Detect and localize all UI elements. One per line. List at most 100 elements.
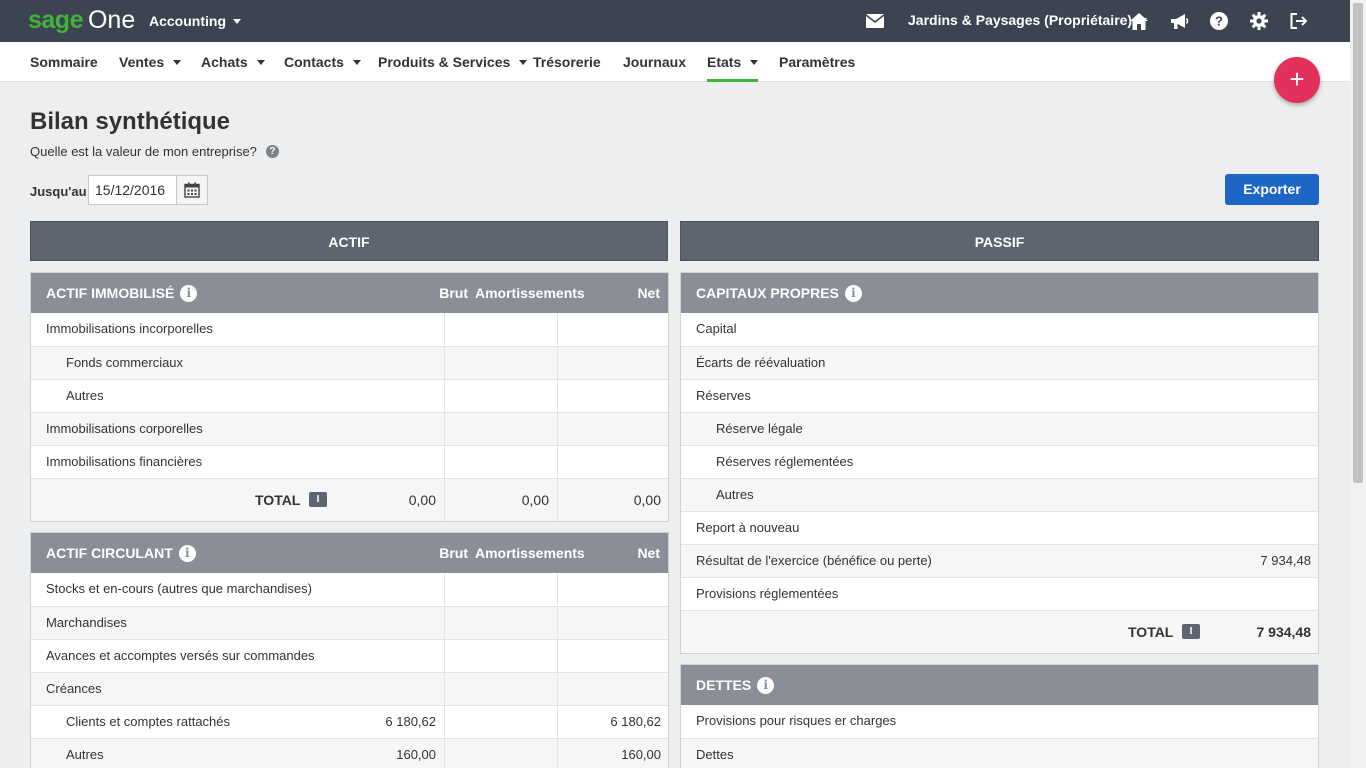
nav-item-produits-services[interactable]: Produits & Services <box>378 42 528 82</box>
row-label: Autres <box>716 487 754 502</box>
date-picker[interactable]: 15/12/2016 <box>88 175 208 205</box>
cell-net: 6 180,62 <box>557 706 669 738</box>
table-row: Stocks et en-cours (autres que marchandi… <box>31 573 668 606</box>
info-icon[interactable]: i <box>178 544 196 562</box>
capitaux-propres-panel: CAPITAUX PROPRES i Capital Écarts de réév… <box>680 272 1319 654</box>
cell-value <box>1161 446 1319 478</box>
nav-item-label: Produits & Services <box>378 54 511 70</box>
nav-item-sommaire[interactable]: Sommaire <box>30 42 98 82</box>
actif-immobilise-panel: ACTIF IMMOBILISÉ i Brut Amortissements Ne… <box>30 272 669 522</box>
sage-one-logo[interactable]: sage One <box>28 6 135 34</box>
total-amortissements: 0,00 <box>444 479 557 521</box>
add-button[interactable]: + <box>1274 57 1320 103</box>
date-label: Jusqu'au <box>30 184 87 199</box>
cell-net <box>557 446 669 478</box>
page-scrollbar[interactable] <box>1350 0 1366 768</box>
table-row: Immobilisations corporelles <box>31 412 668 445</box>
row-label: Immobilisations financières <box>46 454 203 469</box>
app-switcher[interactable]: Accounting <box>149 13 241 29</box>
table-row: Report à nouveau <box>681 511 1318 544</box>
column-header-brut: Brut <box>439 285 468 301</box>
total-badge: I <box>309 492 327 507</box>
table-row: Créances <box>31 672 668 705</box>
actif-circulant-panel: ACTIF CIRCULANT i Brut Amortissements Net… <box>30 532 669 768</box>
row-label: Autres <box>66 747 104 762</box>
logout-icon[interactable] <box>1289 11 1309 31</box>
nav-item-ventes[interactable]: Ventes <box>119 42 182 82</box>
nav-item-contacts[interactable]: Contacts <box>284 42 361 82</box>
subtitle-text: Quelle est la valeur de mon entreprise? <box>30 144 257 159</box>
table-row: Avances et accomptes versés sur commande… <box>31 639 668 672</box>
megaphone-icon[interactable] <box>1169 11 1189 31</box>
nav-item-journaux[interactable]: Journaux <box>623 42 686 82</box>
cell-amortissements <box>444 607 557 639</box>
scrollbar-thumb[interactable] <box>1353 3 1363 483</box>
page-title: Bilan synthétique <box>30 108 231 135</box>
cell-amortissements <box>444 706 557 738</box>
passif-column-header: PASSIF <box>680 221 1319 261</box>
column-header-amortissements: Amortissements <box>475 545 585 561</box>
table-body: Immobilisations incorporelles Fonds comm… <box>31 313 668 521</box>
row-label: Autres <box>66 388 104 403</box>
info-icon[interactable]: i <box>757 676 775 694</box>
column-header-brut: Brut <box>439 545 468 561</box>
column-header-amortissements: Amortissements <box>475 285 585 301</box>
nav-item-tresorerie[interactable]: Trésorerie <box>533 42 601 82</box>
cell-amortissements <box>444 739 557 768</box>
row-label: Clients et comptes rattachés <box>66 714 231 729</box>
svg-text:?: ? <box>1215 14 1223 29</box>
row-label: Marchandises <box>46 615 127 630</box>
panel-title: ACTIF CIRCULANT <box>46 545 173 561</box>
table-row: Immobilisations incorporelles <box>31 313 668 346</box>
chevron-down-icon <box>173 59 182 65</box>
home-icon[interactable] <box>1129 11 1149 31</box>
cell-amortissements <box>444 640 557 672</box>
table-body: Capital Écarts de réévaluation Réserves … <box>681 313 1318 653</box>
gear-icon[interactable] <box>1249 11 1269 31</box>
table-row: Fonds commerciaux <box>31 346 668 379</box>
cell-amortissements <box>444 446 557 478</box>
nav-item-achats[interactable]: Achats <box>201 42 265 82</box>
row-label: Immobilisations incorporelles <box>46 321 213 336</box>
row-label: Fonds commerciaux <box>66 355 184 370</box>
cell-value <box>1161 578 1319 610</box>
table-body: Stocks et en-cours (autres que marchandi… <box>31 573 668 768</box>
help-icon[interactable]: ? <box>1209 11 1229 31</box>
cell-amortissements <box>444 573 557 605</box>
table-row: Autres <box>31 379 668 412</box>
cell-net <box>557 413 669 445</box>
info-icon[interactable]: i <box>844 284 862 302</box>
panel-header: ACTIF IMMOBILISÉ i Brut Amortissements Ne… <box>31 273 668 313</box>
info-icon[interactable]: i <box>180 284 198 302</box>
nav-item-etats[interactable]: Etats <box>707 42 759 82</box>
calendar-icon[interactable] <box>176 176 207 204</box>
table-row: Clients et comptes rattachés 6 180,62 6 … <box>31 705 668 738</box>
export-button[interactable]: Exporter <box>1225 174 1319 205</box>
nav-item-label: Paramètres <box>779 54 856 70</box>
help-circle-icon[interactable]: ? <box>265 145 279 158</box>
row-label: Provisions pour risques er charges <box>696 713 897 728</box>
total-row: TOTAL I 7 934,48 <box>681 610 1318 653</box>
cell-amortissements <box>444 673 557 705</box>
cell-net <box>557 347 669 379</box>
cell-net <box>557 313 669 345</box>
nav-item-parametres[interactable]: Paramètres <box>779 42 855 82</box>
nav-item-label: Achats <box>201 54 248 70</box>
row-label: Avances et accomptes versés sur commande… <box>46 648 315 663</box>
date-input[interactable]: 15/12/2016 <box>89 176 176 204</box>
row-label: Report à nouveau <box>696 520 800 535</box>
table-row: Immobilisations financières <box>31 445 668 478</box>
cell-net: 160,00 <box>557 739 669 768</box>
chevron-down-icon <box>352 59 361 65</box>
row-label: Réserves réglementées <box>716 454 854 469</box>
mail-icon[interactable] <box>865 11 885 31</box>
cell-net <box>557 673 669 705</box>
cell-brut <box>444 313 557 345</box>
cell-amortissements <box>444 380 557 412</box>
cell-brut: 6 180,62 <box>385 714 436 729</box>
total-row: TOTAL I 0,00 0,00 0,00 <box>31 478 668 521</box>
table-row: Autres 160,00 160,00 <box>31 738 668 768</box>
company-switcher[interactable]: Jardins & Paysages (Propriétaire) <box>908 12 1148 28</box>
total-value: 7 934,48 <box>1256 624 1312 640</box>
row-label: Résultat de l'exercice (bénéfice ou pert… <box>696 553 932 568</box>
